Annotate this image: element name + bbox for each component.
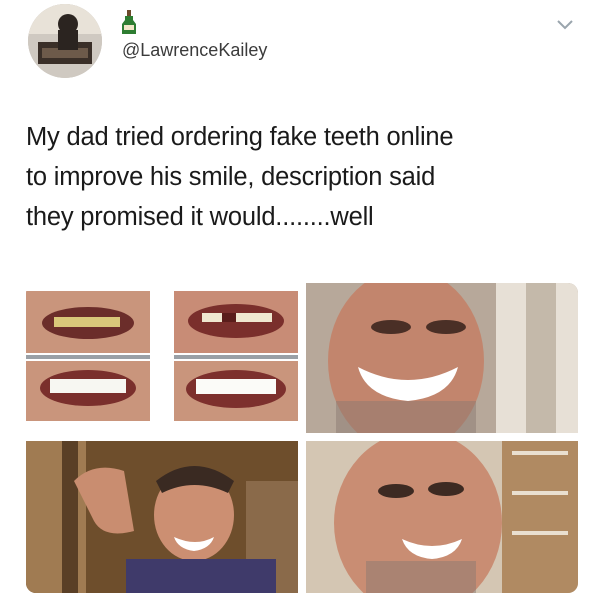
bottle-emoji-icon [118, 10, 140, 36]
selfie-photo-3[interactable] [306, 441, 578, 593]
user-handle[interactable]: @LawrenceKailey [122, 40, 267, 61]
media-grid [26, 283, 578, 593]
chevron-down-icon[interactable] [556, 18, 574, 30]
tweet-header: @LawrenceKailey [0, 0, 600, 100]
selfie-photo-2[interactable] [26, 441, 298, 593]
avatar[interactable] [28, 4, 102, 78]
selfie-photo-1[interactable] [306, 283, 578, 433]
tweet-text: My dad tried ordering fake teeth online … [26, 123, 454, 231]
before-after-teeth-photo[interactable] [26, 283, 298, 433]
